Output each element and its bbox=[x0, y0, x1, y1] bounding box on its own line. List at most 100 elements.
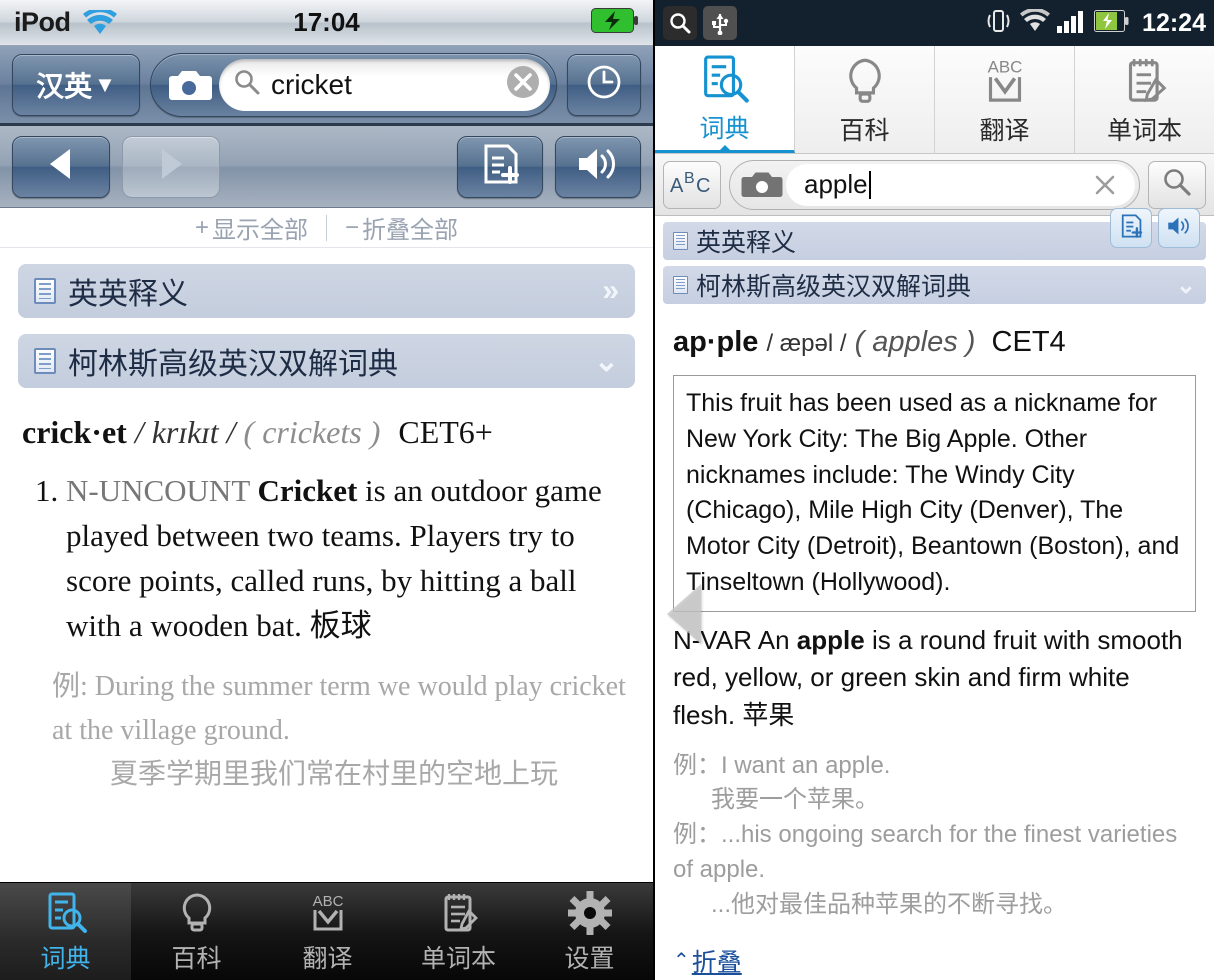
status-icons-group: 12:24 bbox=[983, 7, 1206, 39]
collapse-link[interactable]: ⌃ 折叠 bbox=[655, 923, 1214, 979]
camera-icon[interactable] bbox=[165, 68, 213, 102]
tab-label: 翻译 bbox=[302, 944, 353, 973]
search-icon bbox=[663, 6, 697, 40]
pronounce-button[interactable] bbox=[555, 135, 641, 198]
book-icon bbox=[673, 276, 688, 294]
search-field-container[interactable]: cricket bbox=[150, 52, 557, 117]
book-icon bbox=[673, 232, 688, 250]
example-row: 例：I want an apple. bbox=[673, 749, 1196, 784]
tab-label: 翻译 bbox=[979, 116, 1030, 145]
example-marker: 例: bbox=[52, 670, 88, 702]
minus-icon: − bbox=[345, 213, 360, 241]
headword: ap·ple bbox=[673, 326, 759, 358]
headword: crick·et bbox=[22, 414, 127, 450]
history-button[interactable] bbox=[567, 53, 641, 116]
example-chinese: ...他对最佳品种苹果的不断寻找。 bbox=[711, 890, 1068, 918]
tab-label: 百科 bbox=[171, 944, 222, 973]
wifi-icon bbox=[1020, 7, 1051, 38]
speaker-icon bbox=[1166, 214, 1192, 243]
dual-phone-screenshot: iPod 17:04 汉英 ▼ cricket + 显示全部 − 折叠全部 英英… bbox=[0, 0, 1214, 980]
collapse-label: 折叠 bbox=[691, 948, 742, 977]
tab-label: 单词本 bbox=[420, 944, 496, 973]
show-all-button[interactable]: + 显示全部 bbox=[177, 210, 326, 245]
battery-charging-icon bbox=[591, 7, 639, 38]
tab-encyclopedia[interactable]: 百科 bbox=[131, 883, 262, 980]
search-button[interactable] bbox=[1148, 160, 1206, 209]
search-input-value: apple bbox=[804, 169, 868, 199]
collapse-all-label: 折叠全部 bbox=[362, 217, 459, 244]
chevron-down-icon: ▼ bbox=[94, 71, 116, 97]
tab-label: 百科 bbox=[839, 116, 890, 145]
android-tab-bar: 词典 百科 ABC 翻译 单词本 bbox=[655, 46, 1214, 154]
tab-dictionary[interactable]: 词典 bbox=[655, 46, 795, 153]
definition-block: N-VAR An apple is a round fruit with smo… bbox=[655, 583, 1214, 735]
forward-arrow-icon bbox=[154, 146, 188, 187]
headword-line: ap·ple / æpəl / ( apples ) CET4 bbox=[655, 304, 1214, 359]
tab-settings[interactable]: 设置 bbox=[524, 883, 653, 980]
tab-translate[interactable]: ABC 翻译 bbox=[262, 883, 393, 980]
tab-translate[interactable]: ABC 翻译 bbox=[935, 46, 1075, 153]
part-of-speech: N-UNCOUNT bbox=[66, 473, 250, 508]
chevron-down-icon: ⌄ bbox=[593, 344, 619, 378]
tab-label: 单词本 bbox=[1106, 116, 1182, 145]
clock-time: 12:24 bbox=[1142, 8, 1206, 37]
add-to-wordbook-button[interactable] bbox=[1110, 208, 1152, 248]
headword-line: crick·et / krɪkɪt / ( crickets ) CET6+ bbox=[0, 388, 653, 451]
example-marker: 例： bbox=[673, 751, 721, 779]
abc-keyboard-button[interactable]: A B C bbox=[663, 160, 721, 209]
plural-form: ( crickets ) bbox=[243, 414, 381, 450]
definition-prefix: An bbox=[751, 624, 797, 655]
section-header-collins[interactable]: 柯林斯高级英汉双解词典 ⌄ bbox=[18, 334, 635, 388]
clear-circle-icon[interactable] bbox=[504, 63, 542, 106]
collapse-all-button[interactable]: − 折叠全部 bbox=[327, 210, 476, 245]
section-header-english-definition[interactable]: 英英释义 » bbox=[18, 264, 635, 318]
chevron-right-icon: » bbox=[602, 274, 619, 307]
search-field-container[interactable]: apple bbox=[729, 159, 1140, 210]
language-direction-button[interactable]: 汉英 ▼ bbox=[12, 53, 140, 116]
add-to-wordbook-button[interactable] bbox=[457, 135, 543, 198]
battery-charging-icon bbox=[1094, 9, 1130, 37]
chevron-up-icon: ⌃ bbox=[673, 950, 690, 973]
search-icon bbox=[233, 68, 261, 101]
tab-wordbook[interactable]: 单词本 bbox=[393, 883, 524, 980]
android-search-bar: A B C apple bbox=[655, 154, 1214, 216]
tab-label: 设置 bbox=[564, 944, 615, 973]
ios-tab-bar: 词典 百科 ABC 翻译 单词本 设置 bbox=[0, 882, 653, 980]
example-english: During the summer term we would play cri… bbox=[52, 670, 626, 746]
add-to-wordbook-icon bbox=[478, 142, 522, 191]
tab-label: 词典 bbox=[40, 944, 91, 973]
tab-wordbook[interactable]: 单词本 bbox=[1075, 46, 1214, 153]
search-icon bbox=[1160, 165, 1194, 204]
phonetic-transcription: / æpəl / bbox=[766, 330, 847, 357]
abc-icon: A B C bbox=[667, 165, 717, 204]
tab-label: 词典 bbox=[699, 115, 750, 143]
svg-text:C: C bbox=[696, 175, 710, 197]
example-marker: 例： bbox=[673, 821, 721, 849]
drag-handle-icon[interactable] bbox=[667, 583, 701, 644]
camera-icon[interactable] bbox=[738, 170, 786, 200]
vibrate-icon bbox=[983, 8, 1013, 39]
back-button[interactable] bbox=[12, 135, 110, 198]
search-input[interactable]: cricket bbox=[219, 58, 550, 111]
clock-time: 17:04 bbox=[293, 7, 360, 37]
tab-encyclopedia[interactable]: 百科 bbox=[795, 46, 935, 153]
definition-bold-word: apple bbox=[796, 624, 865, 655]
search-input[interactable]: apple bbox=[786, 163, 1135, 206]
chevron-down-icon: ⌄ bbox=[1175, 271, 1196, 299]
tab-dictionary[interactable]: 词典 bbox=[0, 883, 131, 980]
clear-x-icon[interactable] bbox=[1085, 170, 1125, 200]
speaker-button[interactable] bbox=[1158, 208, 1200, 248]
text-caret bbox=[868, 170, 871, 199]
ios-status-bar: iPod 17:04 bbox=[0, 0, 653, 46]
back-arrow-icon bbox=[44, 146, 78, 187]
svg-text:B: B bbox=[684, 170, 695, 187]
plural-form: ( apples ) bbox=[854, 326, 976, 358]
forward-button[interactable] bbox=[122, 135, 220, 198]
speaker-icon bbox=[575, 144, 621, 189]
section-header-collins[interactable]: 柯林斯高级英汉双解词典 ⌄ bbox=[663, 266, 1206, 304]
ios-dictionary-app: iPod 17:04 汉英 ▼ cricket + 显示全部 − 折叠全部 英英… bbox=[0, 0, 655, 980]
add-to-wordbook-icon bbox=[1118, 213, 1144, 244]
section-header-english-definition[interactable]: 英英释义 bbox=[663, 208, 1206, 260]
example-row: 例：...his ongoing search for the finest v… bbox=[673, 818, 1196, 888]
section-label: 英英释义 bbox=[68, 278, 188, 311]
